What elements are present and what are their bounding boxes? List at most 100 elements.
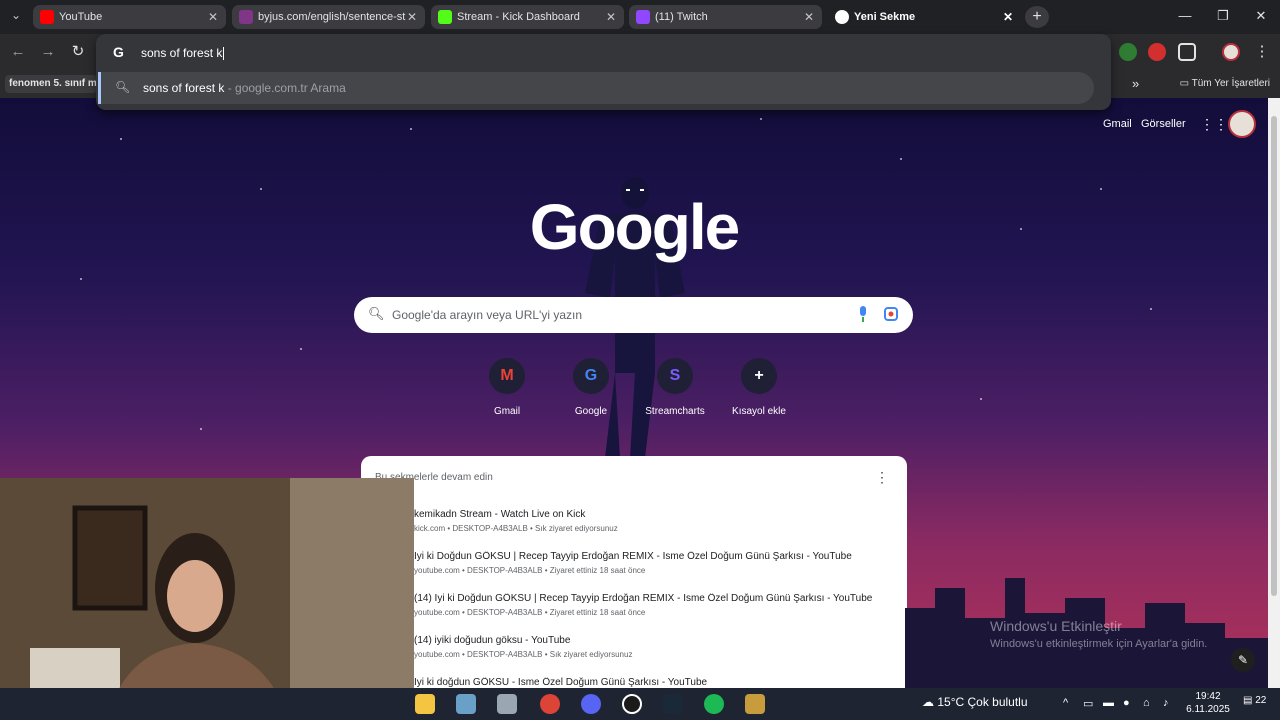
shortcut-label: Gmail — [493, 406, 521, 417]
close-icon[interactable]: ✕ — [407, 5, 417, 29]
steam-icon[interactable] — [663, 694, 683, 714]
address-bar-input[interactable]: sons of forest k — [141, 46, 225, 61]
gmail-link[interactable]: Gmail — [1103, 118, 1132, 130]
microphone-icon[interactable] — [858, 306, 868, 322]
search-icon: 🔍︎ — [368, 306, 385, 321]
list-item[interactable]: kemikadn Stream - Watch Live on Kick kic… — [414, 509, 894, 533]
shortcut-add[interactable]: + Kısayol ekle — [717, 358, 801, 428]
shortcut-google[interactable]: G Google — [549, 358, 633, 428]
more-bookmarks-icon[interactable]: » — [1132, 75, 1139, 93]
notification-count: 22 — [1255, 695, 1267, 706]
weather-text: 15°C Çok bulutlu — [937, 695, 1028, 709]
continue-tabs-card: Bu sekmelerle devam edin ⋮ kemikadn Stre… — [361, 456, 907, 688]
tab-kick[interactable]: Stream - Kick Dashboard ✕ — [431, 5, 624, 29]
suggestion-text: sons of forest k - google.com.tr Arama — [143, 81, 346, 95]
app-icon[interactable] — [581, 694, 601, 714]
tray-icon[interactable]: ▭ — [1083, 697, 1093, 710]
avatar[interactable] — [1228, 110, 1256, 138]
battery-icon[interactable]: ▬ — [1103, 697, 1114, 709]
weather-widget[interactable]: ☁ 15°C Çok bulutlu — [922, 695, 1028, 709]
windows-activation-notice: Windows'u Etkinleştir Windows'u etkinleş… — [990, 618, 1207, 650]
item-title: kemikadn Stream - Watch Live on Kick — [414, 509, 586, 520]
shield-extension-icon[interactable] — [1119, 43, 1137, 61]
kick-icon — [438, 10, 452, 24]
cloud-icon: ☁ — [922, 695, 934, 709]
item-title: (14) İyi ki Doğdun GÖKSU | Recep Tayyip … — [414, 593, 873, 604]
search-box[interactable]: 🔍︎ — [354, 297, 913, 333]
close-icon[interactable]: ✕ — [804, 5, 814, 29]
streamcharts-icon: S — [657, 358, 693, 394]
webcam-person-image — [0, 478, 414, 710]
item-subtitle: youtube.com • DESKTOP-A4B3ALB • Ziyaret … — [414, 566, 646, 575]
windows-taskbar: ☁ 15°C Çok bulutlu ^ ▭ ▬ ● ⌂ ♪ 19:42 6.1… — [0, 688, 1280, 720]
list-item[interactable]: İyi ki Doğdun GÖKSU | Recep Tayyip Erdoğ… — [414, 551, 894, 575]
close-icon[interactable]: ✕ — [1003, 5, 1013, 29]
tab-new-tab[interactable]: Yeni Sekme ✕ — [828, 5, 1021, 29]
reload-icon[interactable]: ↻ — [68, 42, 88, 62]
chrome-icon[interactable] — [540, 694, 560, 714]
minimize-icon[interactable]: — — [1166, 0, 1204, 32]
google-lens-icon[interactable] — [884, 307, 898, 321]
back-icon[interactable]: ← — [8, 42, 28, 62]
suggestion-suffix: - google.com.tr Arama — [224, 81, 346, 95]
search-input[interactable] — [392, 303, 832, 327]
date-text: 6.11.2025 — [1186, 704, 1230, 715]
tab-youtube[interactable]: YouTube ✕ — [33, 5, 226, 29]
list-item[interactable]: (14) İyi ki Doğdun GÖKSU | Recep Tayyip … — [414, 593, 894, 617]
search-icon: 🔍︎ — [115, 80, 131, 94]
spotify-icon[interactable] — [704, 694, 724, 714]
league-icon[interactable] — [745, 694, 765, 714]
close-icon[interactable]: ✕ — [606, 5, 616, 29]
app-icon[interactable] — [497, 694, 517, 714]
shortcut-gmail[interactable]: M Gmail — [465, 358, 549, 428]
more-menu-icon[interactable]: ⋮ — [1252, 42, 1272, 62]
item-subtitle: youtube.com • DESKTOP-A4B3ALB • Ziyaret … — [414, 608, 646, 617]
network-icon[interactable]: ⌂ — [1143, 697, 1150, 709]
item-subtitle: youtube.com • DESKTOP-A4B3ALB • Sık ziya… — [414, 650, 633, 659]
list-item[interactable]: (14) iyiki doğudun göksu - YouTube youtu… — [414, 635, 894, 659]
file-explorer-icon[interactable] — [415, 694, 435, 714]
google-logo: Google — [529, 191, 740, 263]
adblock-extension-icon[interactable] — [1148, 43, 1166, 61]
volume-icon[interactable]: ♪ — [1163, 697, 1169, 709]
add-icon: + — [741, 358, 777, 394]
twitch-icon — [636, 10, 650, 24]
tab-twitch[interactable]: (11) Twitch ✕ — [629, 5, 822, 29]
tab-search-icon[interactable]: ⌄ — [6, 8, 26, 26]
chevron-up-icon[interactable]: ^ — [1063, 697, 1068, 709]
omnibox-suggestion[interactable]: 🔍︎ sons of forest k - google.com.tr Aram… — [98, 72, 1094, 104]
apps-grid-icon[interactable]: ⋮⋮ — [1200, 116, 1228, 133]
bookmark-item[interactable]: fenomen 5. sınıf m — [5, 75, 97, 93]
images-link[interactable]: Görseller — [1141, 118, 1186, 130]
app-icon[interactable] — [456, 694, 476, 714]
obs-icon[interactable] — [622, 694, 642, 714]
microphone-tray-icon[interactable]: ● — [1123, 697, 1130, 709]
window-close-icon[interactable]: ✕ — [1242, 0, 1280, 32]
close-icon[interactable]: ✕ — [208, 5, 218, 29]
youtube-icon — [40, 10, 54, 24]
folder-icon: ▭ — [1179, 78, 1190, 89]
clock[interactable]: 19:42 6.11.2025 — [1183, 690, 1233, 716]
tab-label: YouTube — [59, 11, 103, 23]
activation-title: Windows'u Etkinleştir — [990, 618, 1122, 634]
extensions-icon[interactable] — [1178, 43, 1196, 61]
list-item[interactable]: İyi ki doğdun GÖKSU - İsme Özel Doğum Gü… — [414, 677, 894, 688]
customize-pencil-icon[interactable]: ✎ — [1231, 648, 1255, 672]
google-icon: G — [573, 358, 609, 394]
all-bookmarks-button[interactable]: ▭ Tüm Yer İşaretleri — [1180, 75, 1270, 93]
notification-button[interactable]: ▤ 22 — [1243, 695, 1266, 706]
shortcut-streamcharts[interactable]: S Streamcharts — [633, 358, 717, 428]
tab-byjus[interactable]: byjus.com/english/sentence-st ✕ — [232, 5, 425, 29]
scrollbar-thumb[interactable] — [1271, 116, 1277, 596]
forward-icon[interactable]: → — [38, 42, 58, 62]
card-menu-icon[interactable]: ⋮ — [875, 469, 889, 486]
chat-icon: ▤ — [1243, 695, 1253, 706]
profile-avatar[interactable] — [1222, 43, 1240, 61]
time-text: 19:42 — [1195, 691, 1221, 702]
webcam-overlay — [0, 478, 414, 710]
page-scrollbar[interactable] — [1268, 98, 1280, 688]
maximize-icon[interactable]: ❐ — [1204, 0, 1242, 32]
new-tab-button[interactable]: + — [1025, 6, 1049, 28]
google-g-icon: G — [113, 44, 124, 60]
shortcut-label: Google — [574, 406, 608, 417]
